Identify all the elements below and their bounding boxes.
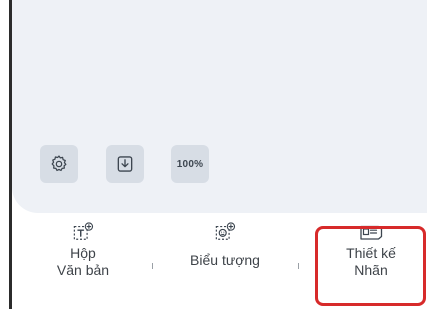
download-icon (117, 156, 133, 172)
icon-tool[interactable]: Biểu tượng (175, 222, 275, 269)
emoji-add-icon (215, 222, 236, 240)
separator (298, 263, 299, 269)
separator (152, 263, 153, 269)
zoom-level: 100% (176, 158, 204, 170)
textbox-tool-label: Hộp Văn bản (57, 245, 109, 279)
export-button[interactable] (106, 145, 144, 183)
zoom-button[interactable]: 100% (171, 145, 209, 183)
textbox-label-line2: Văn bản (56, 262, 110, 278)
highlight-box (315, 226, 426, 306)
textbox-tool[interactable]: Hộp Văn bản (43, 222, 123, 279)
textbox-label-line1: Hộp (70, 245, 96, 261)
settings-button[interactable] (40, 145, 78, 183)
gear-icon (51, 155, 67, 172)
text-box-add-icon (73, 222, 94, 240)
icon-tool-label: Biểu tượng (190, 252, 260, 268)
